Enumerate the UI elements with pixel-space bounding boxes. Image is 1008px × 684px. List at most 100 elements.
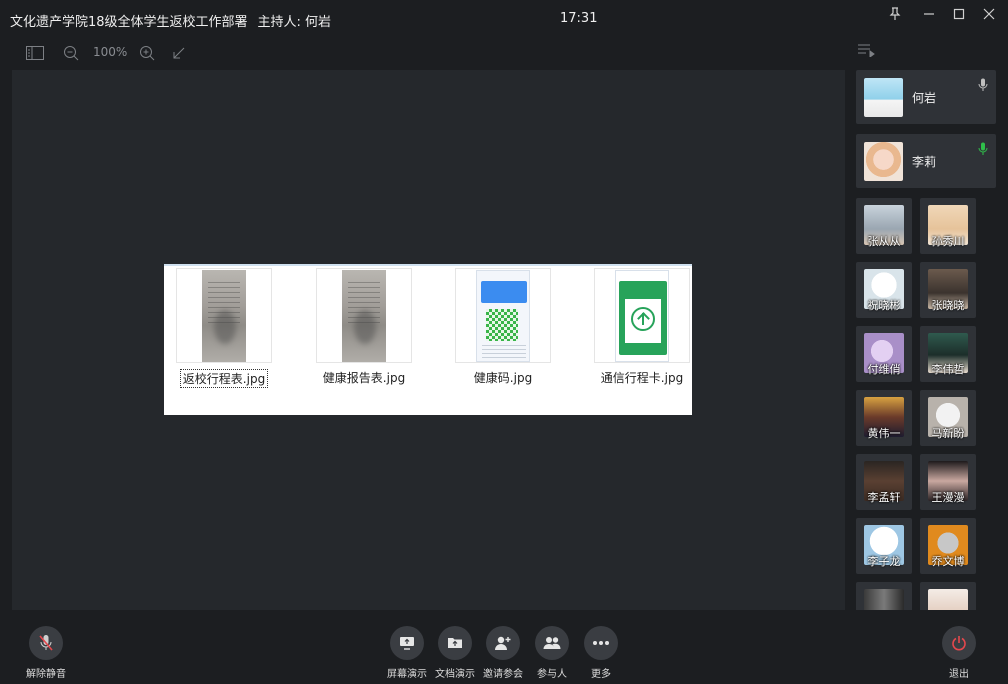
close-icon (983, 8, 995, 20)
zoom-in-icon (140, 46, 155, 61)
sidebar-panel-icon (26, 46, 44, 60)
list-icon (858, 44, 875, 58)
participant-tile[interactable]: 马新盼 (920, 390, 976, 446)
participant-name: 李伟哲 (931, 363, 965, 376)
participant-tile[interactable] (920, 582, 976, 610)
host-label: 主持人: 何岩 (257, 15, 332, 30)
document-photo-icon (342, 269, 386, 362)
avatar (928, 589, 968, 610)
file-item[interactable]: 健康报告表.jpg (304, 268, 424, 386)
participant-panel: 何岩 李莉 张从从 孙秀川 祝晓彬 张晓晓 付维俏 李伟哲 黄伟一 马新盼 李孟… (848, 68, 1008, 610)
maximize-icon (953, 8, 965, 20)
microphone-muted-icon (39, 635, 53, 651)
participant-tile[interactable]: 付维俏 (856, 326, 912, 382)
participant-tile[interactable] (856, 582, 912, 610)
participant-name: 何岩 (912, 91, 937, 105)
participant-tile[interactable]: 王漫漫 (920, 454, 976, 510)
screen-share-circle (390, 626, 424, 660)
participant-name: 张晓晓 (931, 299, 965, 312)
avatar (864, 142, 903, 181)
participant-name: 乔文博 (931, 555, 965, 568)
microphone-icon (978, 78, 988, 91)
file-item[interactable]: 健康码.jpg (443, 268, 563, 386)
participant-name: 李子龙 (867, 555, 901, 568)
minimize-button[interactable] (918, 4, 940, 24)
file-name: 健康报告表.jpg (322, 371, 406, 385)
participant-tile[interactable]: 张从从 (856, 198, 912, 254)
file-name: 通信行程卡.jpg (600, 371, 684, 385)
participant-name: 马新盼 (931, 427, 965, 440)
exit-button[interactable]: 退出 (929, 626, 989, 680)
meeting-clock: 17:31 (560, 11, 598, 26)
file-name: 返校行程表.jpg (179, 369, 269, 388)
pin-button[interactable] (884, 4, 906, 24)
file-item[interactable]: 通信行程卡.jpg (582, 268, 702, 386)
zoom-level: 100% (93, 45, 128, 59)
bottom-control-bar: 解除静音 屏幕演示 文档演示 邀请参会 参与人 更多 退出 (0, 610, 1008, 684)
participants-circle (535, 626, 569, 660)
folder-share-icon (448, 638, 462, 648)
doc-share-circle (438, 626, 472, 660)
file-thumbnail (176, 268, 272, 363)
users-icon (543, 637, 561, 649)
participant-tile[interactable]: 李孟轩 (856, 454, 912, 510)
participant-tile[interactable]: 孙秀川 (920, 198, 976, 254)
participant-tile[interactable]: 李伟哲 (920, 326, 976, 382)
more-button[interactable]: 更多 (571, 626, 631, 680)
avatar (864, 78, 903, 117)
unmute-circle (29, 626, 63, 660)
unmute-button[interactable]: 解除静音 (16, 626, 76, 680)
maximize-button[interactable] (948, 4, 970, 24)
file-thumbnail (594, 268, 690, 363)
participant-name: 黄伟一 (867, 427, 901, 440)
pin-icon (889, 7, 901, 20)
participant-card[interactable]: 何岩 (856, 70, 996, 124)
zoom-out-icon (64, 46, 79, 61)
participant-card[interactable]: 李莉 (856, 134, 996, 188)
meeting-title: 文化遗产学院18级全体学生返校工作部署 主持人: 何岩 (10, 11, 331, 30)
participant-tile[interactable]: 黄伟一 (856, 390, 912, 446)
document-photo-icon (202, 269, 246, 362)
participant-name: 李莉 (912, 155, 937, 169)
close-button[interactable] (978, 4, 1000, 24)
file-item[interactable]: 返校行程表.jpg (164, 268, 284, 388)
zoom-in-button[interactable] (136, 42, 158, 64)
unmute-label: 解除静音 (26, 669, 66, 680)
title-bar: 文化遗产学院18级全体学生返校工作部署 主持人: 何岩 17:31 (0, 0, 1008, 38)
shared-document: 返校行程表.jpg 健康报告表.jpg 健康码.jpg 通信行程卡.jpg (164, 264, 692, 415)
participant-tile[interactable]: 祝晓彬 (856, 262, 912, 318)
qr-code-screenshot-icon (476, 269, 530, 362)
shrink-arrow-icon (173, 47, 185, 59)
exit-label: 退出 (949, 669, 969, 680)
minimize-icon (924, 13, 934, 15)
participant-tile[interactable]: 乔文博 (920, 518, 976, 574)
file-thumbnail (455, 268, 551, 363)
power-icon (952, 636, 966, 651)
more-dots-icon (593, 641, 609, 645)
participant-name: 祝晓彬 (867, 299, 901, 312)
thumbnail-panel-button[interactable] (24, 42, 46, 64)
participant-list-toggle[interactable] (857, 42, 877, 62)
file-name: 健康码.jpg (473, 371, 533, 385)
participant-tile[interactable]: 张晓晓 (920, 262, 976, 318)
fit-window-button[interactable] (168, 42, 190, 64)
participant-name: 张从从 (867, 235, 901, 248)
more-label: 更多 (591, 669, 611, 680)
meeting-name: 文化遗产学院18级全体学生返校工作部署 (10, 15, 248, 30)
screen-share-icon (400, 637, 414, 650)
invite-circle (486, 626, 520, 660)
travel-card-screenshot-icon (615, 269, 669, 362)
avatar (864, 589, 904, 610)
more-circle (584, 626, 618, 660)
add-user-icon (495, 636, 511, 650)
participant-tile[interactable]: 李子龙 (856, 518, 912, 574)
microphone-active-icon (978, 142, 988, 155)
participant-name: 孙秀川 (931, 235, 965, 248)
exit-circle (942, 626, 976, 660)
file-thumbnail (316, 268, 412, 363)
zoom-out-button[interactable] (60, 42, 82, 64)
presentation-stage: 返校行程表.jpg 健康报告表.jpg 健康码.jpg 通信行程卡.jpg (12, 70, 845, 610)
participant-name: 王漫漫 (931, 491, 965, 504)
participant-name: 李孟轩 (867, 491, 901, 504)
document-toolbar: 100% (0, 38, 848, 68)
